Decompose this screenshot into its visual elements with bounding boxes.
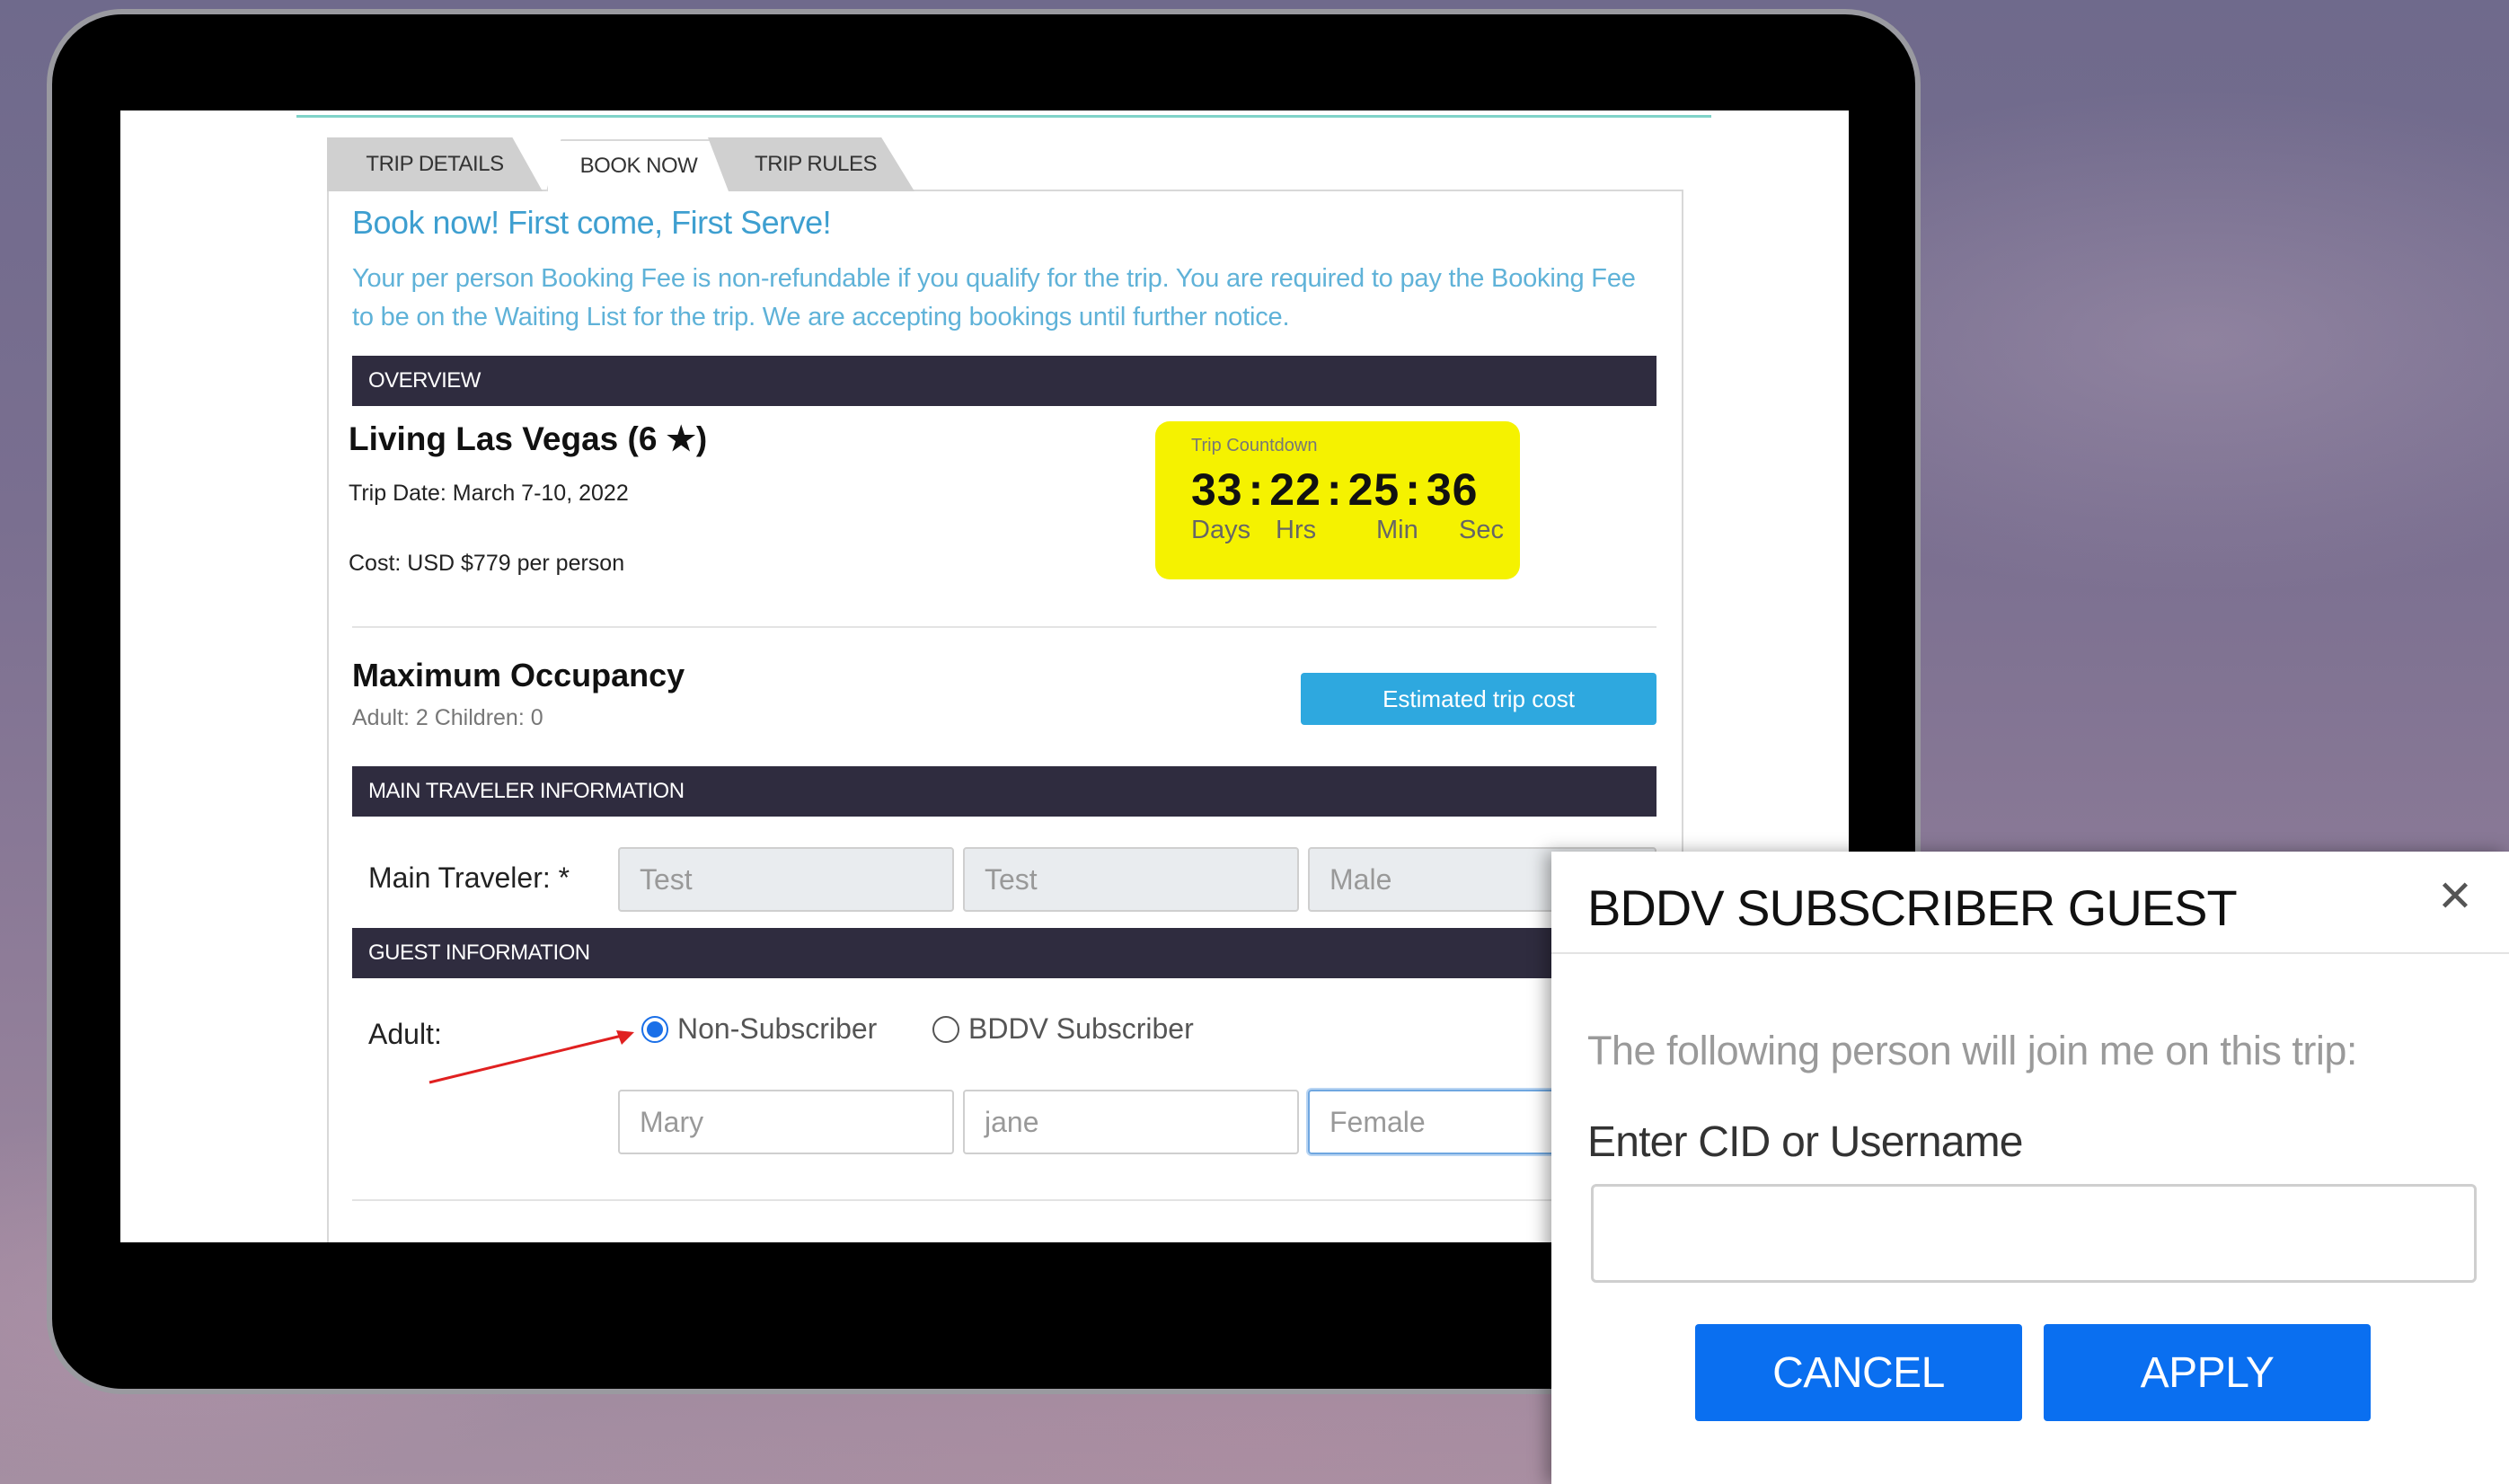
modal-title: BDDV SUBSCRIBER GUEST xyxy=(1587,879,2238,936)
cancel-button[interactable]: CANCEL xyxy=(1695,1324,2022,1421)
guest-last-name-input[interactable]: jane xyxy=(963,1090,1299,1154)
radio-bddv-subscriber-label: BDDV Subscriber xyxy=(968,1012,1194,1045)
countdown-days: 33 xyxy=(1191,464,1243,515)
countdown-seconds: 36 xyxy=(1426,464,1479,515)
booking-headline: Book now! First come, First Serve! xyxy=(352,204,832,241)
tab-trip-details[interactable]: TRIP DETAILS xyxy=(327,137,543,191)
booking-notice: Your per person Booking Fee is non-refun… xyxy=(352,264,1636,331)
countdown-minutes-label: Min xyxy=(1376,516,1418,544)
radio-unchecked-icon[interactable] xyxy=(932,1015,959,1043)
guest-first-name-input[interactable]: Mary xyxy=(618,1090,954,1154)
main-traveler-label: Main Traveler: * xyxy=(368,861,570,894)
trip-cost: Cost: USD $779 per person xyxy=(349,551,625,576)
countdown-hours: 22 xyxy=(1269,464,1321,515)
trip-countdown: Trip Countdown 33:22:25:36 Days Hrs Min Sec xyxy=(1155,421,1520,579)
radio-non-subscriber[interactable]: Non-Subscriber xyxy=(641,1012,877,1046)
estimated-trip-cost-button[interactable]: Estimated trip cost xyxy=(1301,673,1656,725)
guest-section-title: GUEST INFORMATION xyxy=(368,941,590,965)
radio-checked-icon[interactable] xyxy=(641,1015,668,1043)
main-traveler-section-title: MAIN TRAVELER INFORMATION xyxy=(368,779,685,803)
countdown-seconds-label: Sec xyxy=(1459,516,1504,544)
main-traveler-section-bar: MAIN TRAVELER INFORMATION xyxy=(352,766,1656,817)
radio-bddv-subscriber[interactable]: BDDV Subscriber xyxy=(932,1012,1194,1046)
annotation-arrow-icon xyxy=(428,1030,634,1084)
guest-divider xyxy=(352,1199,1656,1201)
tab-trip-details-label: TRIP DETAILS xyxy=(366,152,504,176)
apply-button[interactable]: APPLY xyxy=(2044,1324,2371,1421)
tab-trip-rules[interactable]: TRIP RULES xyxy=(708,137,914,191)
trip-date: Trip Date: March 7-10, 2022 xyxy=(349,481,629,506)
top-rule xyxy=(296,115,1711,118)
main-traveler-first-name[interactable]: Test xyxy=(618,847,954,912)
countdown-caption: Trip Countdown xyxy=(1191,436,1318,455)
modal-description: The following person will join me on thi… xyxy=(1587,1028,2357,1073)
countdown-minutes: 25 xyxy=(1347,464,1400,515)
overview-section-title: OVERVIEW xyxy=(368,368,481,393)
countdown-days-label: Days xyxy=(1191,516,1251,544)
countdown-numbers: 33:22:25:36 xyxy=(1191,464,1479,515)
tab-book-now[interactable]: BOOK NOW xyxy=(546,139,731,191)
overview-divider xyxy=(352,626,1656,628)
main-traveler-last-name[interactable]: Test xyxy=(963,847,1299,912)
close-icon[interactable]: ✕ xyxy=(2430,871,2480,922)
countdown-labels: Days Hrs Min Sec xyxy=(1191,516,1520,545)
overview-section-bar: OVERVIEW xyxy=(352,356,1656,406)
cid-username-input[interactable] xyxy=(1591,1184,2477,1283)
tab-trip-rules-label: TRIP RULES xyxy=(755,152,877,176)
max-occupancy-title: Maximum Occupancy xyxy=(352,657,685,693)
occupancy-detail: Adult: 2 Children: 0 xyxy=(352,705,543,730)
subscriber-guest-modal: BDDV SUBSCRIBER GUEST ✕ The following pe… xyxy=(1551,852,2509,1484)
countdown-hours-label: Hrs xyxy=(1276,516,1317,544)
cid-username-label: Enter CID or Username xyxy=(1587,1118,2024,1166)
modal-separator xyxy=(1551,952,2509,954)
tab-book-now-label: BOOK NOW xyxy=(579,154,698,178)
guest-section-bar: GUEST INFORMATION xyxy=(352,928,1656,978)
trip-name: Living Las Vegas (6 ★) xyxy=(349,420,708,457)
radio-non-subscriber-label: Non-Subscriber xyxy=(677,1012,878,1045)
